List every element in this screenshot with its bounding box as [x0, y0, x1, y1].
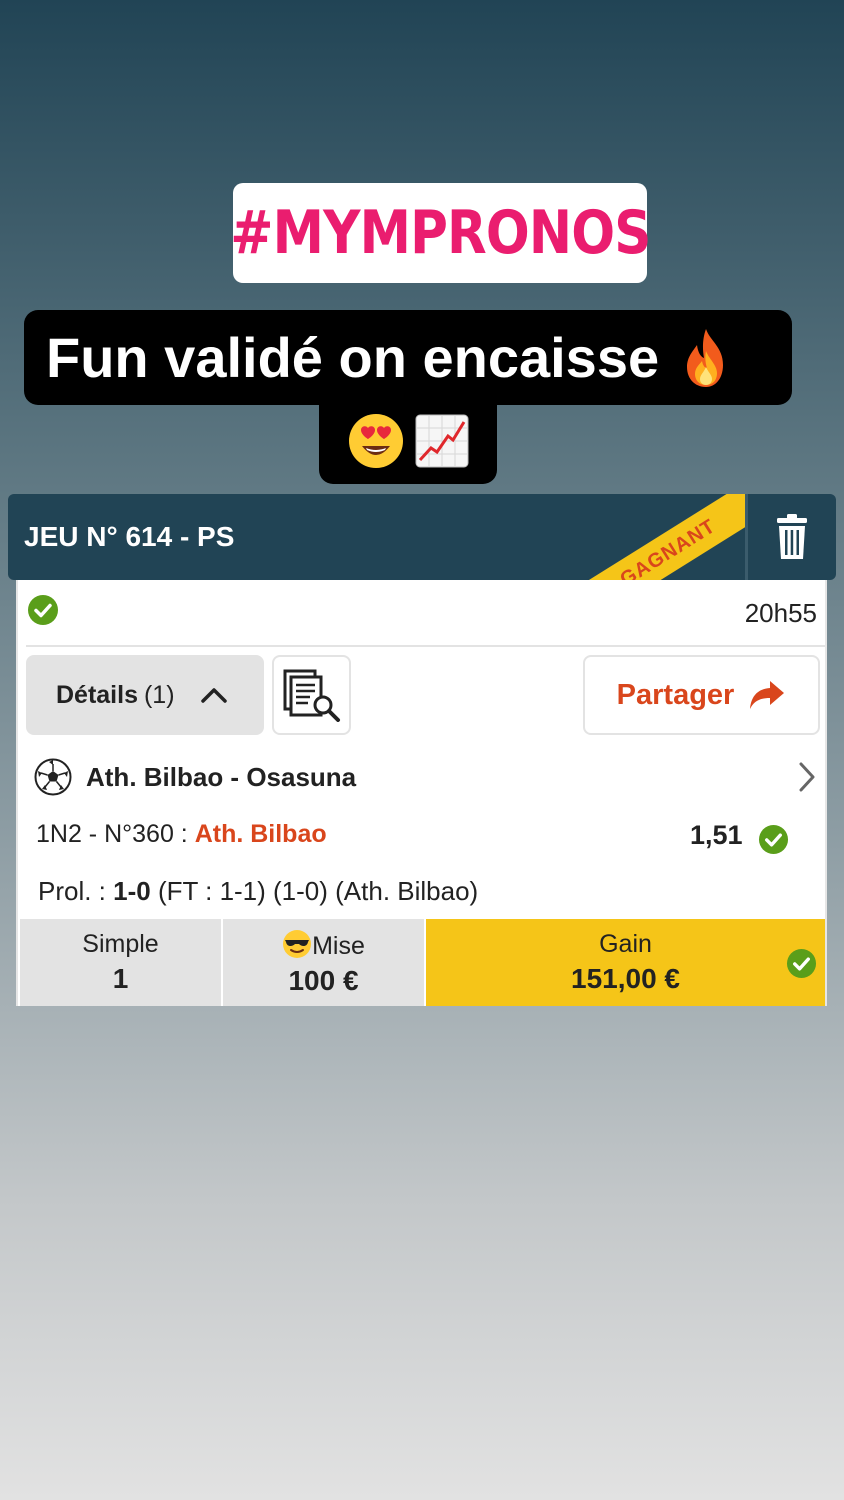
bet-odds: 1,51	[690, 820, 743, 850]
delete-button[interactable]	[748, 494, 836, 580]
bet-time: 20h55	[744, 598, 817, 628]
gain-label: Gain	[599, 930, 652, 958]
heart-eyes-emoji	[347, 412, 405, 470]
selection-won-check-icon	[758, 824, 789, 855]
stake-value: 100 €	[288, 964, 359, 996]
divider	[26, 645, 825, 647]
sunglasses-emoji	[283, 929, 312, 958]
status-ribbon-label: GAGNANT	[616, 514, 720, 580]
caption-line-1: Fun validé on encaisse	[24, 310, 792, 405]
fire-emoji	[677, 327, 735, 389]
bet-type: 1N2 - N°360 :	[36, 820, 195, 848]
match-name: Ath. Bilbao - Osasuna	[86, 761, 357, 792]
bet-card-body: 20h55 Détails (1) Partager Ath. Bilbao -…	[16, 580, 827, 1006]
details-count: (1)	[143, 680, 175, 709]
bet-title: JEU N° 614 - PS	[24, 521, 235, 552]
stake-header: Mise	[282, 929, 365, 961]
gain-check-icon	[786, 948, 817, 979]
details-toggle-button[interactable]: Détails (1)	[26, 655, 264, 735]
hashtag-sticker: #MYMPRONOS	[229, 183, 651, 283]
trash-icon	[777, 514, 807, 559]
caption-text: Fun validé on encaisse	[46, 326, 660, 389]
gain-cell: Gain 151,00 €	[426, 919, 825, 1006]
details-label: Détails	[56, 680, 138, 709]
status-ribbon: GAGNANT	[548, 494, 748, 580]
bet-type-cell: Simple 1	[20, 919, 221, 1006]
validated-check-icon	[28, 595, 58, 625]
document-search-icon	[283, 669, 340, 722]
chevron-up-icon	[200, 688, 227, 703]
match-row[interactable]: Ath. Bilbao - Osasuna	[34, 755, 815, 799]
gain-value: 151,00 €	[571, 963, 680, 994]
stake-label: Mise	[312, 931, 365, 960]
result-score: 1-0	[113, 876, 151, 906]
chevron-right-icon	[799, 762, 815, 792]
bet-summary-footer: Simple 1 Mise 100 € Gain 151,00 €	[20, 919, 825, 1006]
bet-card-header: JEU N° 614 - PS GAGNANT	[8, 494, 836, 580]
hashtag-text: #MYMPRONOS	[229, 198, 651, 268]
chart-increasing-emoji	[415, 414, 469, 468]
soccer-ball-icon	[34, 758, 72, 796]
stake-cell: Mise 100 €	[223, 919, 424, 1006]
share-arrow-icon	[750, 681, 785, 709]
bet-selection: Ath. Bilbao	[194, 820, 327, 848]
view-receipt-button[interactable]	[272, 655, 351, 735]
bet-type-label: Simple	[82, 930, 159, 958]
result-prefix: Prol. :	[38, 876, 114, 906]
bet-type-value: 1	[112, 963, 129, 994]
match-result-line: Prol. : 1-0 (FT : 1-1) (1-0) (Ath. Bilba…	[38, 876, 478, 907]
caption-line-2	[319, 398, 497, 484]
result-details: (FT : 1-1) (1-0) (Ath. Bilbao)	[150, 876, 479, 906]
share-button[interactable]: Partager	[583, 655, 820, 735]
share-label: Partager	[616, 678, 735, 711]
bet-selection-line: 1N2 - N°360 : Ath. Bilbao	[36, 820, 327, 849]
